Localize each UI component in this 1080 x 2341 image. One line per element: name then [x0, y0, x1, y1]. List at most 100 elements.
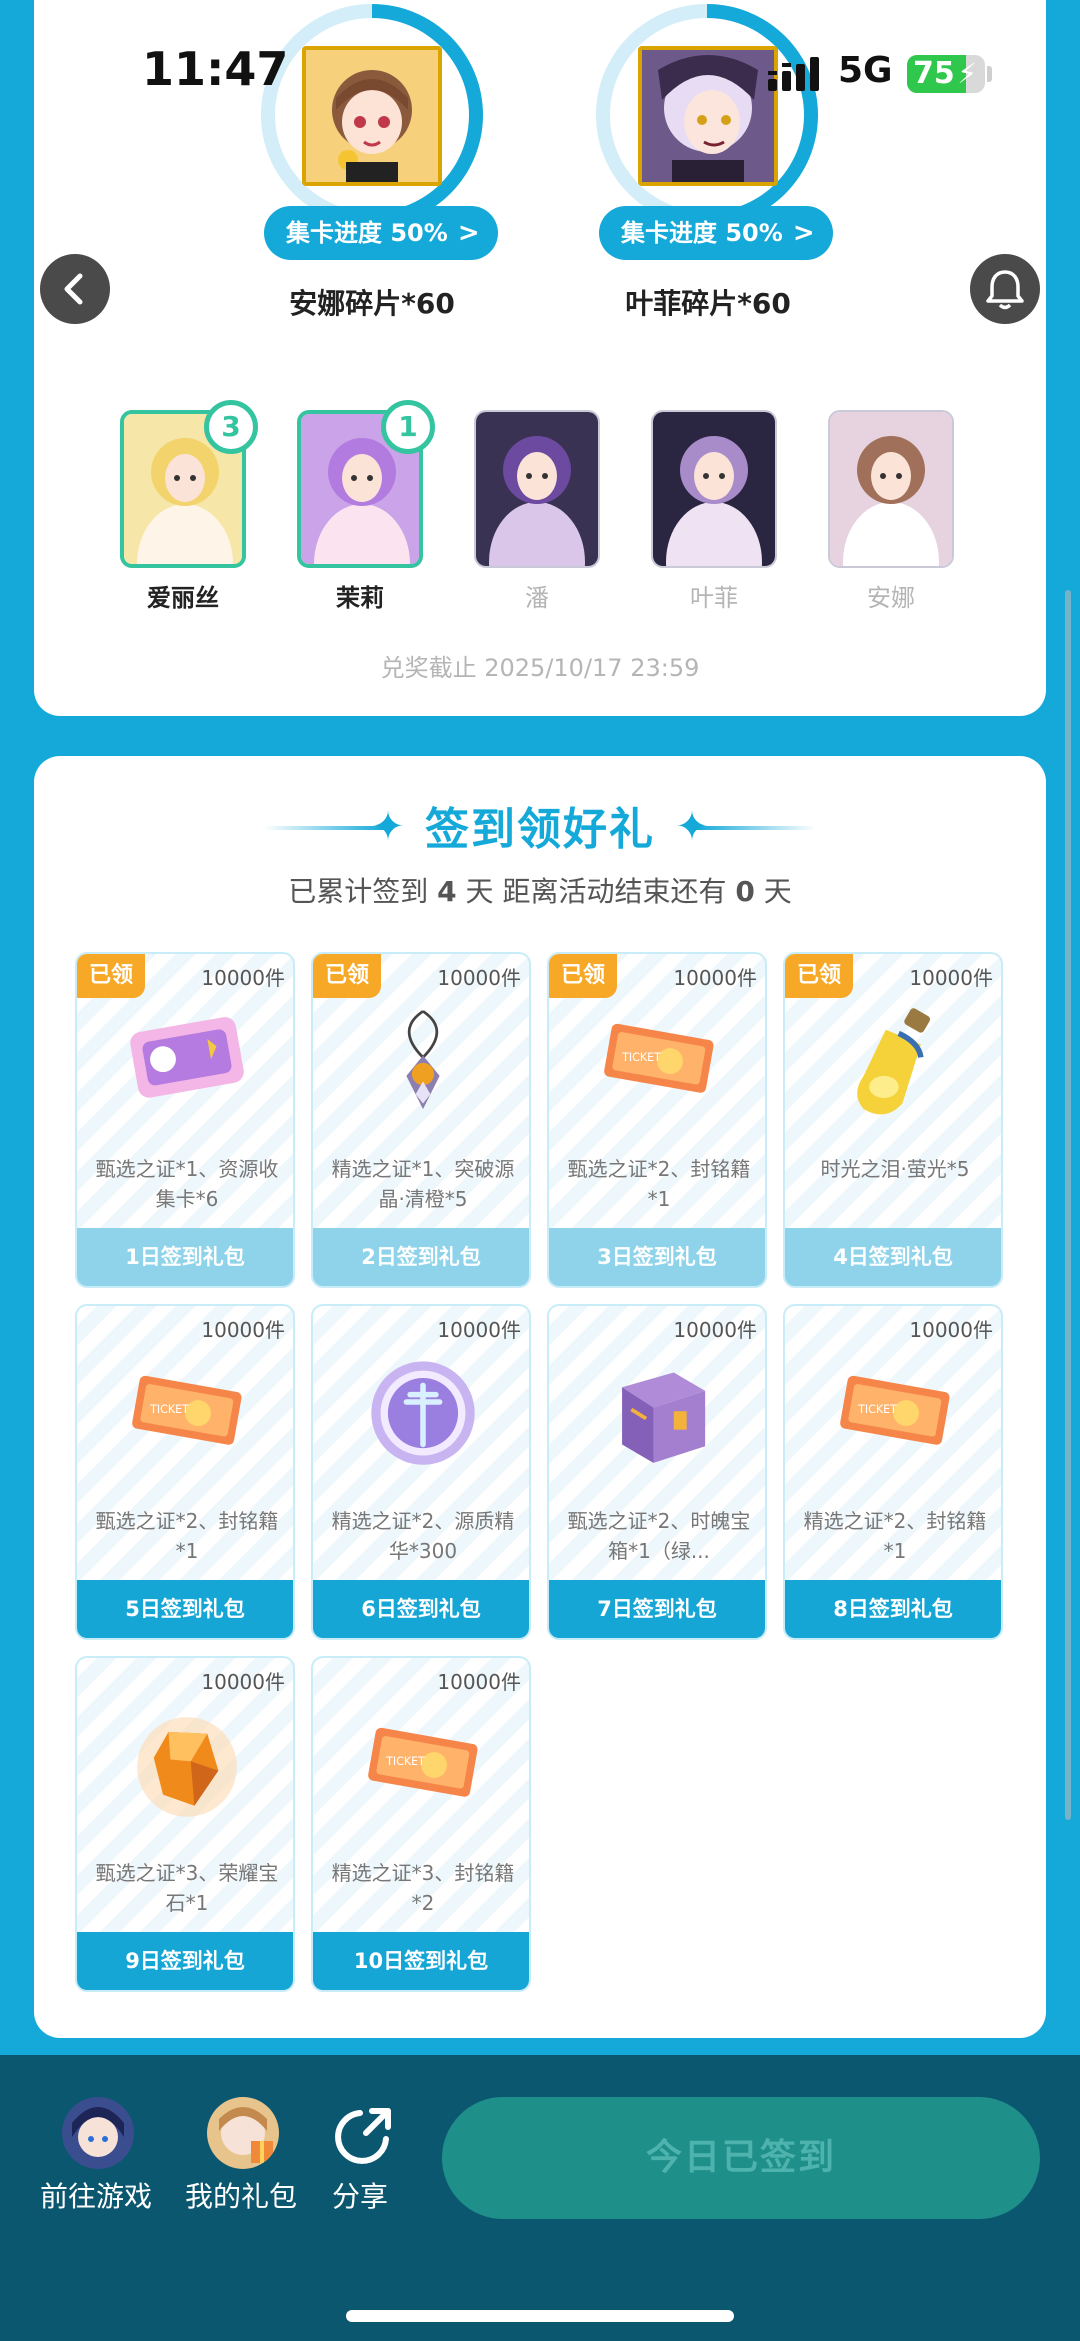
svg-text:TICKET: TICKET	[385, 1755, 425, 1768]
gift-card[interactable]: 已领 10000件 TICKET 甄选之证*2、封铭籍*1 3日签到礼包	[547, 952, 767, 1288]
potion-icon	[857, 1008, 931, 1115]
yefei-progress-label: 集卡进度 50%	[621, 219, 783, 247]
gift-description: 精选之证*3、封铭籍*2	[331, 1861, 515, 1915]
character-card[interactable]	[828, 410, 954, 568]
notification-button[interactable]	[970, 254, 1040, 324]
gift-card[interactable]: 10000件 TICKET 精选之证*3、封铭籍*2 10日签到礼包	[311, 1656, 531, 1992]
character-badge: 3	[204, 400, 258, 454]
gift-description: 时光之泪·萤光*5	[820, 1157, 970, 1181]
character-portrait	[830, 412, 952, 566]
scrollbar[interactable]	[1065, 590, 1071, 1820]
gift-stock: 10000件	[673, 966, 757, 990]
character-portrait	[476, 412, 598, 566]
yefei-avatar[interactable]	[638, 46, 778, 186]
gift-stock: 10000件	[201, 966, 285, 990]
summary-mid: 天 距离活动结束还有	[465, 875, 727, 908]
ticket-icon: TICKET	[132, 1375, 242, 1445]
gift-stock: 10000件	[437, 1670, 521, 1694]
gift-label[interactable]: 6日签到礼包	[313, 1580, 529, 1638]
game-avatar-icon[interactable]	[62, 2097, 134, 2169]
bell-icon	[986, 270, 1024, 310]
chevron-right-icon: >	[792, 218, 815, 248]
back-button[interactable]	[40, 254, 110, 324]
emblem-icon	[371, 1361, 475, 1465]
gift-label[interactable]: 1日签到礼包	[77, 1228, 293, 1286]
gift-card[interactable]: 已领 10000件精选之证*1、突破源晶·清橙*5 2日签到礼包	[311, 952, 531, 1288]
claimed-badge: 已领	[77, 954, 145, 998]
gift-label[interactable]: 7日签到礼包	[549, 1580, 765, 1638]
gift-stock: 10000件	[201, 1318, 285, 1342]
ticket-icon: TICKET	[368, 1727, 478, 1797]
character-name: 茉莉	[336, 584, 384, 612]
share-button[interactable]: 分享	[332, 2175, 388, 2215]
signin-summary: 已累计签到 4 天 距离活动结束还有 0 天	[0, 870, 1080, 910]
gift-description: 甄选之证*1、资源收集卡*6	[95, 1157, 279, 1211]
gem-icon	[137, 1717, 237, 1817]
home-indicator	[346, 2310, 734, 2322]
signin-title-text: 签到领好礼	[425, 804, 655, 855]
ticket-icon: TICKET	[840, 1375, 950, 1445]
chevron-left-icon	[64, 273, 83, 305]
gift-label[interactable]: 3日签到礼包	[549, 1228, 765, 1286]
character-name: 安娜	[867, 584, 915, 612]
gift-label[interactable]: 2日签到礼包	[313, 1228, 529, 1286]
yefei-progress-pill[interactable]: 集卡进度 50% >	[599, 206, 833, 260]
gift-card[interactable]: 10000件精选之证*2、源质精华*300 6日签到礼包	[311, 1304, 531, 1640]
character-name: 爱丽丝	[147, 584, 219, 612]
chest-icon	[622, 1372, 706, 1463]
summary-suffix: 天	[763, 875, 792, 908]
gift-card[interactable]: 10000件 TICKET 精选之证*2、封铭籍*1 8日签到礼包	[783, 1304, 1003, 1640]
gift-description: 精选之证*1、突破源晶·清橙*5	[331, 1157, 515, 1211]
card-icon	[130, 1017, 244, 1098]
gift-card[interactable]: 10000件 甄选之证*2、时魄宝箱*1（绿... 7日签到礼包	[547, 1304, 767, 1640]
share-icon[interactable]	[330, 2097, 402, 2169]
claimed-badge: 已领	[313, 954, 381, 998]
anna-fragment-label: 安娜碎片*60	[289, 287, 455, 320]
chevron-right-icon: >	[457, 218, 480, 248]
gift-label[interactable]: 8日签到礼包	[785, 1580, 1001, 1638]
gift-description: 精选之证*2、封铭籍*1	[803, 1509, 987, 1563]
character-card[interactable]	[651, 410, 777, 568]
gift-bag-icon[interactable]	[207, 2097, 279, 2169]
summary-prefix: 已累计签到	[288, 875, 429, 908]
gift-stock: 10000件	[437, 966, 521, 990]
signin-title: 签到领好礼	[0, 800, 1080, 860]
crystal-pendant-icon	[406, 1010, 440, 1110]
go-game-button[interactable]: 前往游戏	[40, 2175, 152, 2215]
my-gifts-button[interactable]: 我的礼包	[185, 2175, 297, 2215]
gift-description: 甄选之证*2、封铭籍*1	[95, 1509, 279, 1563]
svg-text:TICKET: TICKET	[857, 1403, 897, 1416]
redeem-deadline: 兑奖截止 2025/10/17 23:59	[380, 654, 700, 682]
days-left: 0	[735, 875, 755, 908]
gift-label[interactable]: 4日签到礼包	[785, 1228, 1001, 1286]
title-decor-right	[696, 826, 816, 830]
gift-label[interactable]: 10日签到礼包	[313, 1932, 529, 1990]
character-card[interactable]	[474, 410, 600, 568]
gift-card[interactable]: 10000件甄选之证*3、荣耀宝石*1 9日签到礼包	[75, 1656, 295, 1992]
claimed-badge: 已领	[549, 954, 617, 998]
gift-card[interactable]: 10000件 TICKET 甄选之证*2、封铭籍*1 5日签到礼包	[75, 1304, 295, 1640]
signed-today-button[interactable]: 今日已签到	[442, 2097, 1040, 2219]
character-name: 潘	[525, 584, 549, 612]
gift-stock: 10000件	[909, 1318, 993, 1342]
character-portrait	[653, 412, 775, 566]
gift-stock: 10000件	[201, 1670, 285, 1694]
gift-label[interactable]: 9日签到礼包	[77, 1932, 293, 1990]
gift-card[interactable]: 已领 10000件时光之泪·萤光*5 4日签到礼包	[783, 952, 1003, 1288]
gift-label[interactable]: 5日签到礼包	[77, 1580, 293, 1638]
gift-description: 甄选之证*2、封铭籍*1	[567, 1157, 751, 1211]
svg-text:TICKET: TICKET	[149, 1403, 189, 1416]
days-signed: 4	[437, 875, 457, 908]
gift-stock: 10000件	[437, 1318, 521, 1342]
gift-card[interactable]: 已领 10000件甄选之证*1、资源收集卡*6 1日签到礼包	[75, 952, 295, 1288]
gift-description: 精选之证*2、源质精华*300	[331, 1509, 515, 1563]
anna-progress-label: 集卡进度 50%	[286, 219, 448, 247]
claimed-badge: 已领	[785, 954, 853, 998]
ticket-icon: TICKET	[604, 1023, 714, 1093]
svg-text:TICKET: TICKET	[621, 1051, 661, 1064]
anna-progress-pill[interactable]: 集卡进度 50% >	[264, 206, 498, 260]
gift-stock: 10000件	[673, 1318, 757, 1342]
gift-description: 甄选之证*3、荣耀宝石*1	[95, 1861, 279, 1915]
anna-avatar[interactable]	[302, 46, 442, 186]
gift-stock: 10000件	[909, 966, 993, 990]
